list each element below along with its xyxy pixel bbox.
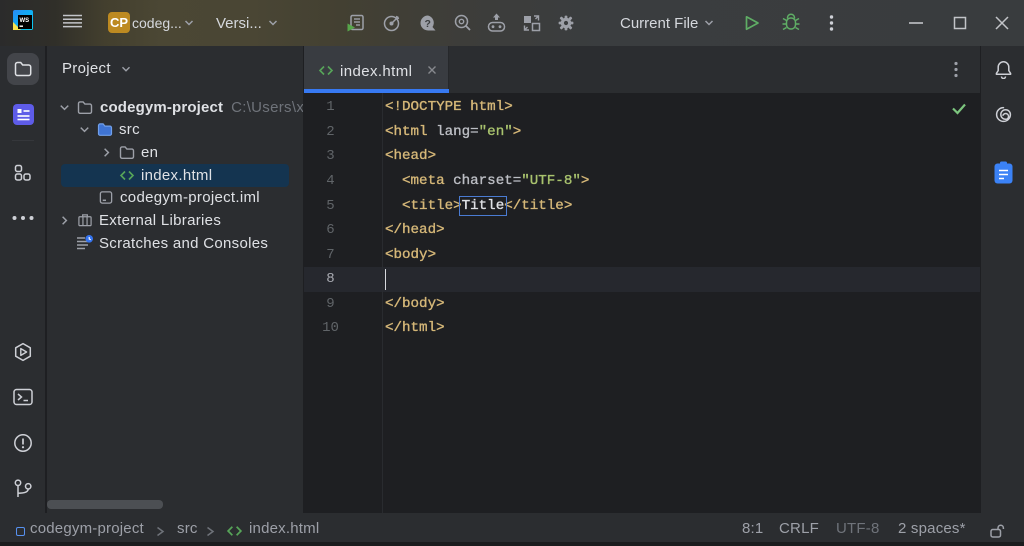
svg-text:WS: WS <box>20 18 30 24</box>
svg-text:?: ? <box>425 18 431 30</box>
